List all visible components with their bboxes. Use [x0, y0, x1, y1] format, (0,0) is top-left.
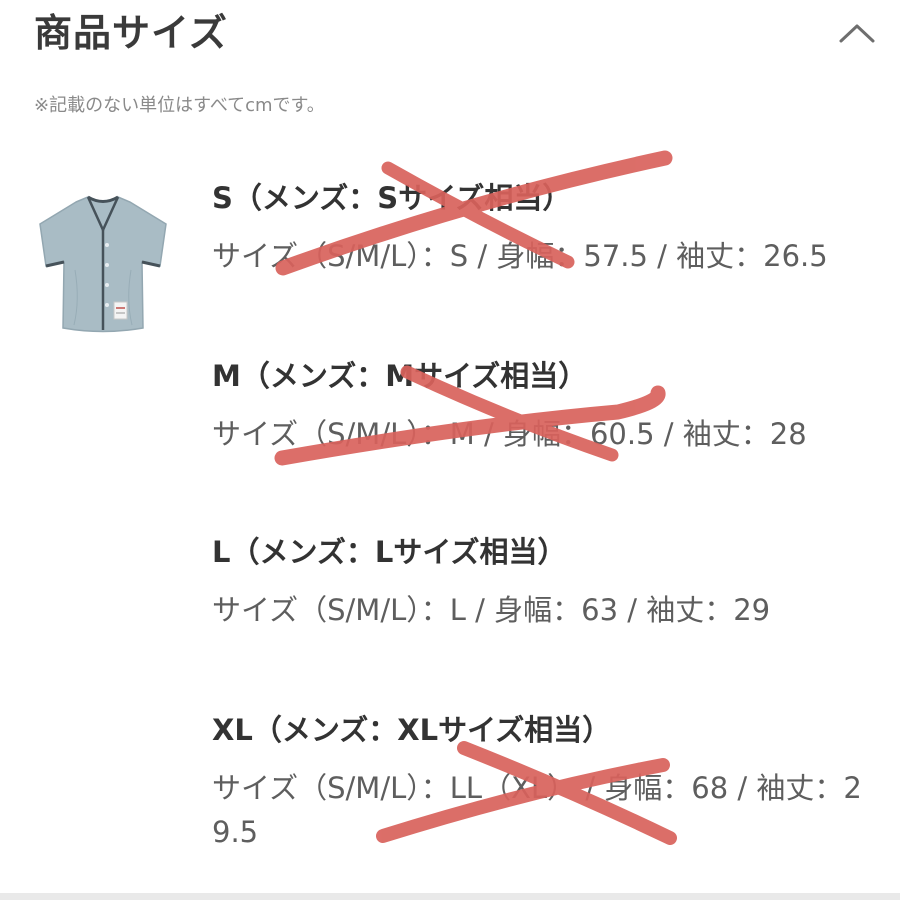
size-entry-l: L（メンズ：Lサイズ相当） サイズ（S/M/L）：L / 身幅：63 / 袖丈：… [212, 532, 882, 632]
size-detail: サイズ（S/M/L）：LL（XL） / 身幅：68 / 袖丈：29.5 [212, 771, 862, 849]
product-image [30, 190, 176, 340]
section-header[interactable]: 商品サイズ [0, 0, 900, 76]
product-size-panel: 商品サイズ ※記載のない単位はすべてcmです。 S（メンズ：Sサイズ相当） サイ… [0, 0, 900, 900]
size-title: S（メンズ：Sサイズ相当） [212, 181, 572, 215]
size-detail: サイズ（S/M/L）：M / 身幅：60.5 / 袖丈：28 [212, 417, 807, 451]
chevron-up-icon[interactable] [834, 14, 880, 54]
size-detail: サイズ（S/M/L）：L / 身幅：63 / 袖丈：29 [212, 593, 771, 627]
size-entry-xl: XL（メンズ：XLサイズ相当） サイズ（S/M/L）：LL（XL） / 身幅：6… [212, 710, 882, 854]
section-title: 商品サイズ [34, 11, 228, 55]
unit-note: ※記載のない単位はすべてcmです。 [34, 95, 325, 116]
size-title: L（メンズ：Lサイズ相当） [212, 535, 567, 569]
size-detail: サイズ（S/M/L）：S / 身幅：57.5 / 袖丈：26.5 [212, 239, 828, 273]
size-entry-s: S（メンズ：Sサイズ相当） サイズ（S/M/L）：S / 身幅：57.5 / 袖… [212, 178, 882, 278]
size-title: M（メンズ：Mサイズ相当） [212, 359, 588, 393]
size-title: XL（メンズ：XLサイズ相当） [212, 713, 612, 747]
size-entry-m: M（メンズ：Mサイズ相当） サイズ（S/M/L）：M / 身幅：60.5 / 袖… [212, 356, 882, 456]
bottom-divider [0, 893, 900, 900]
